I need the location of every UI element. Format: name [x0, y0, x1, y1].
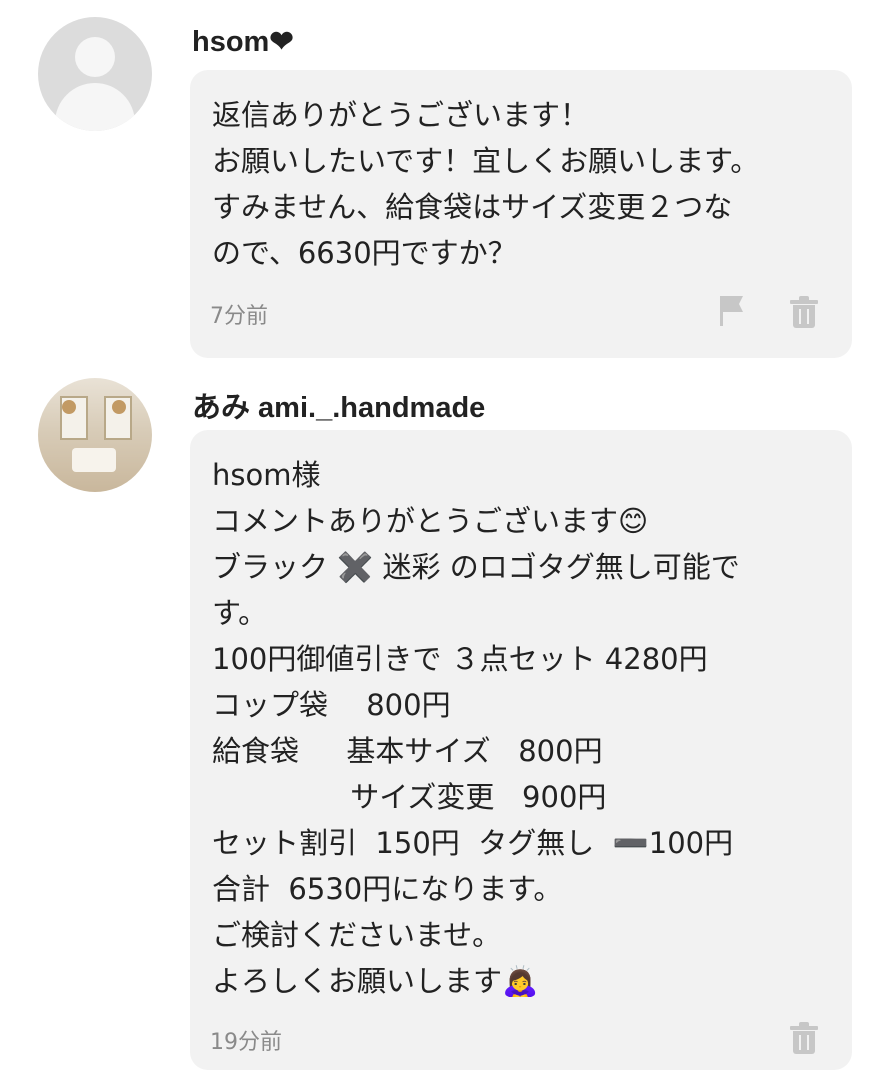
comment-line: hsom様	[212, 458, 321, 492]
comment-line: セット割引 150円 タグ無し ➖100円	[212, 826, 734, 860]
default-user-icon	[75, 37, 115, 77]
timestamp: 7分前	[210, 304, 268, 329]
trash-icon[interactable]	[788, 1022, 820, 1054]
comment-line: 給食袋 基本サイズ 800円	[212, 734, 603, 768]
comment-body: 返信ありがとうございます！ お願いしたいです！宜しくお願いします。 すみません、…	[212, 92, 834, 276]
timestamp: 19分前	[210, 1030, 282, 1055]
comment-thread: hsom❤ 返信ありがとうございます！ お願いしたいです！宜しくお願いします。 …	[0, 0, 891, 1080]
trash-icon[interactable]	[788, 296, 820, 328]
comment-line: コップ袋 800円	[212, 688, 451, 722]
comment-line: ご検討くださいませ。	[212, 918, 502, 952]
comment-line: す。	[212, 596, 268, 630]
comment-line: ので、6630円ですか？	[212, 236, 517, 270]
comment-line: コメントありがとうございます😊	[212, 504, 649, 538]
username[interactable]: あみ ami._.handmade	[192, 384, 485, 426]
comment-line: 100円御値引きで ３点セット 4280円	[212, 642, 708, 676]
username[interactable]: hsom❤	[192, 24, 294, 59]
flag-icon[interactable]	[716, 296, 748, 328]
comment-bubble: 返信ありがとうございます！ お願いしたいです！宜しくお願いします。 すみません、…	[190, 70, 852, 358]
comment-line: よろしくお願いします🙇‍♀️	[212, 964, 539, 998]
avatar[interactable]	[38, 17, 152, 131]
comment-line: ブラック ✖️ 迷彩 のロゴタグ無し可能で	[212, 550, 740, 584]
comment-body: hsom様 コメントありがとうございます😊 ブラック ✖️ 迷彩 のロゴタグ無し…	[212, 452, 834, 1004]
comment-bubble: hsom様 コメントありがとうございます😊 ブラック ✖️ 迷彩 のロゴタグ無し…	[190, 430, 852, 1070]
comment-line: 合計 6530円になります。	[212, 872, 563, 906]
avatar[interactable]	[38, 378, 152, 492]
comment-line: すみません、給食袋はサイズ変更２つな	[212, 190, 733, 224]
comment-line: お願いしたいです！宜しくお願いします。	[212, 144, 760, 178]
comment-line: 返信ありがとうございます！	[212, 98, 590, 132]
comment-line: サイズ変更 900円	[212, 780, 607, 814]
